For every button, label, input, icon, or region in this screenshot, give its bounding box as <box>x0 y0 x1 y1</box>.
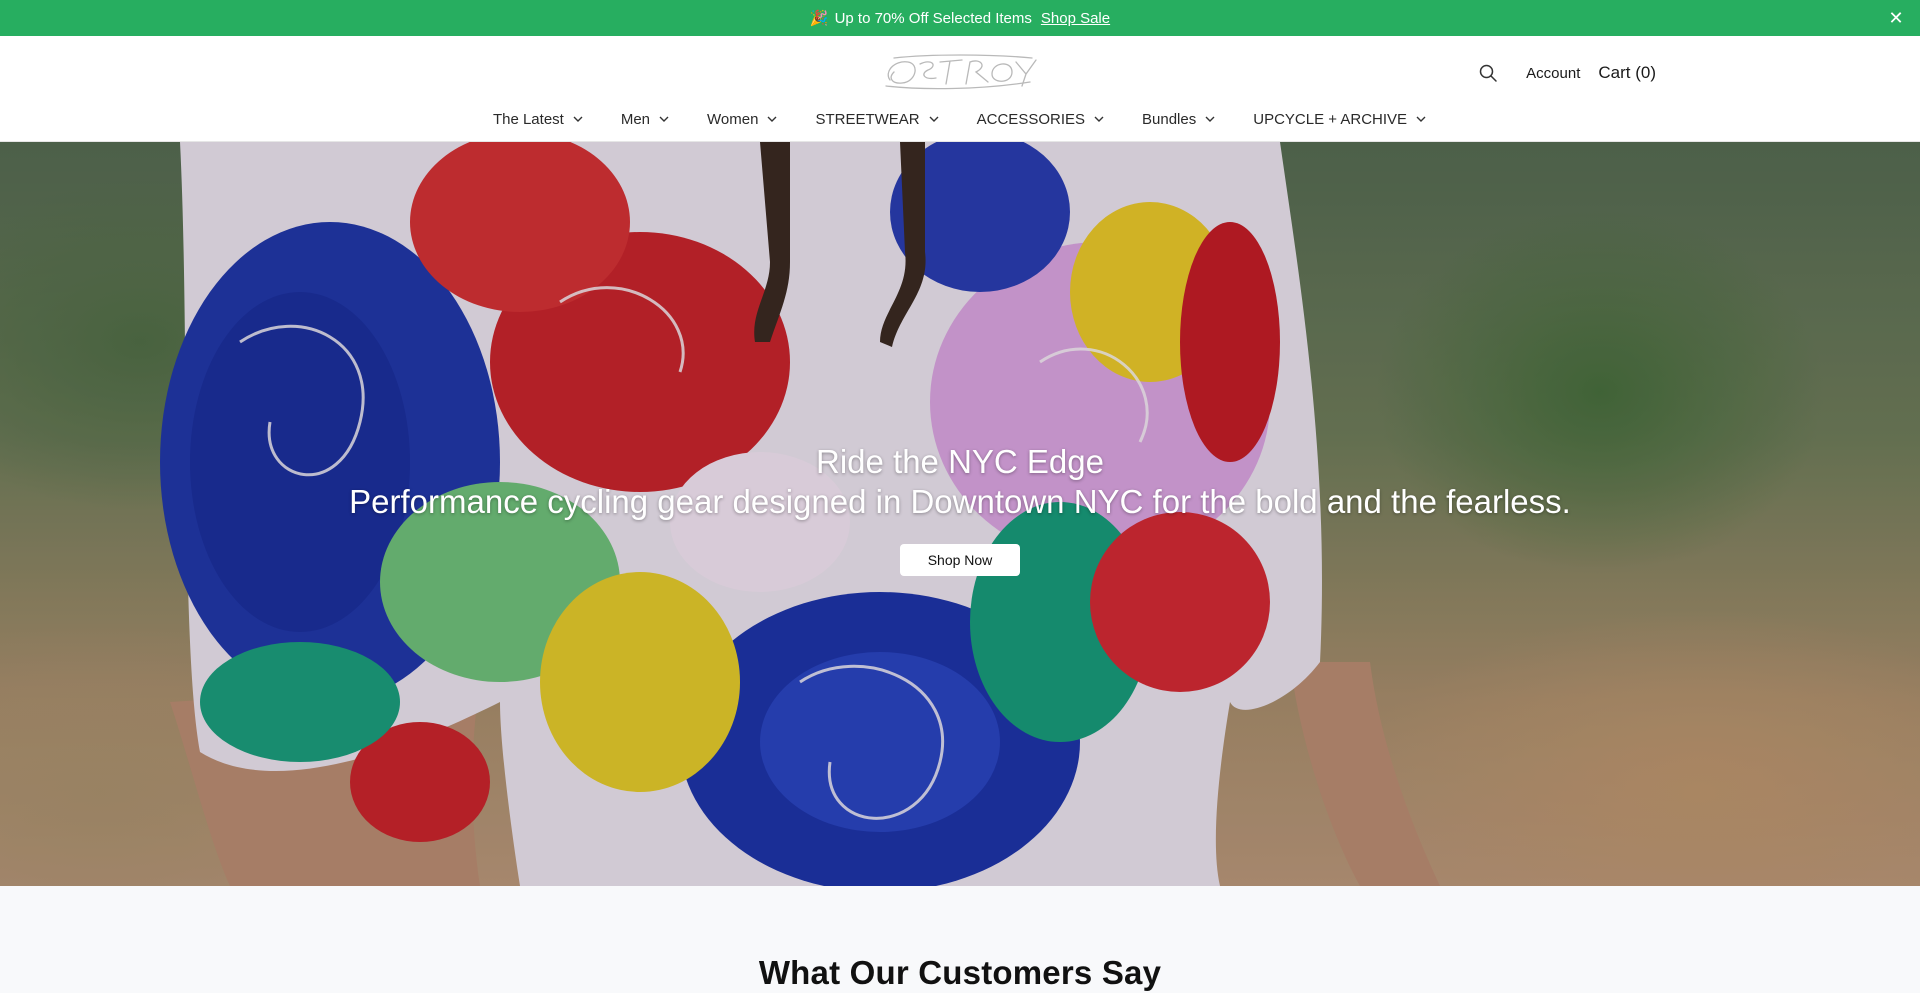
chevron-down-icon <box>659 116 669 122</box>
nav-item-label: STREETWEAR <box>815 110 920 128</box>
nav-item-label: ACCESSORIES <box>976 110 1086 128</box>
nav-item-accessories[interactable]: ACCESSORIES <box>977 111 1105 128</box>
nav-item-bundles[interactable]: Bundles <box>1142 111 1216 128</box>
nav-item-label: The Latest <box>492 110 564 128</box>
site-header: Account Cart (0) The Latest Men Women ST… <box>0 36 1920 142</box>
brand-logo[interactable] <box>880 50 1040 92</box>
testimonials-heading: What Our Customers Say <box>758 954 1162 991</box>
chevron-down-icon <box>929 116 939 122</box>
account-link[interactable]: Account <box>1526 65 1580 82</box>
chevron-down-icon <box>1416 116 1426 122</box>
chevron-down-icon <box>573 116 583 122</box>
announcement-bar: 🎉 Up to 70% Off Selected Items Shop Sale… <box>0 0 1920 36</box>
nav-item-label: Bundles <box>1142 110 1197 128</box>
shop-sale-link[interactable]: Shop Sale <box>1041 10 1110 27</box>
main-nav: The Latest Men Women STREETWEAR ACCESSOR… <box>0 106 1920 132</box>
chevron-down-icon <box>1094 116 1104 122</box>
search-icon[interactable] <box>1478 63 1498 83</box>
hero-subtitle: Performance cycling gear designed in Dow… <box>349 483 1571 520</box>
chevron-down-icon <box>1205 116 1215 122</box>
chevron-down-icon <box>767 116 777 122</box>
nav-item-men[interactable]: Men <box>621 111 670 128</box>
nav-item-streetwear[interactable]: STREETWEAR <box>815 111 939 128</box>
party-icon: 🎉 <box>809 10 829 27</box>
nav-item-label: Men <box>620 110 651 128</box>
header-actions: Account Cart (0) <box>1478 58 1656 88</box>
hero-banner: Ride the NYC Edge Performance cycling ge… <box>0 142 1920 886</box>
nav-item-upcycle-archive[interactable]: UPCYCLE + ARCHIVE <box>1253 111 1427 128</box>
nav-item-label: Women <box>707 110 759 128</box>
nav-item-the-latest[interactable]: The Latest <box>493 111 584 128</box>
hero-content: Ride the NYC Edge Performance cycling ge… <box>0 442 1920 576</box>
testimonials-section: What Our Customers Say <box>0 886 1920 993</box>
nav-item-label: UPCYCLE + ARCHIVE <box>1253 110 1408 128</box>
cart-link[interactable]: Cart (0) <box>1598 63 1656 83</box>
announcement-text: Up to 70% Off Selected Items <box>834 9 1032 27</box>
hero-title: Ride the NYC Edge <box>816 443 1104 480</box>
nav-item-women[interactable]: Women <box>707 111 778 128</box>
close-icon[interactable]: ✕ <box>1886 8 1906 28</box>
shop-now-button[interactable]: Shop Now <box>900 544 1020 576</box>
